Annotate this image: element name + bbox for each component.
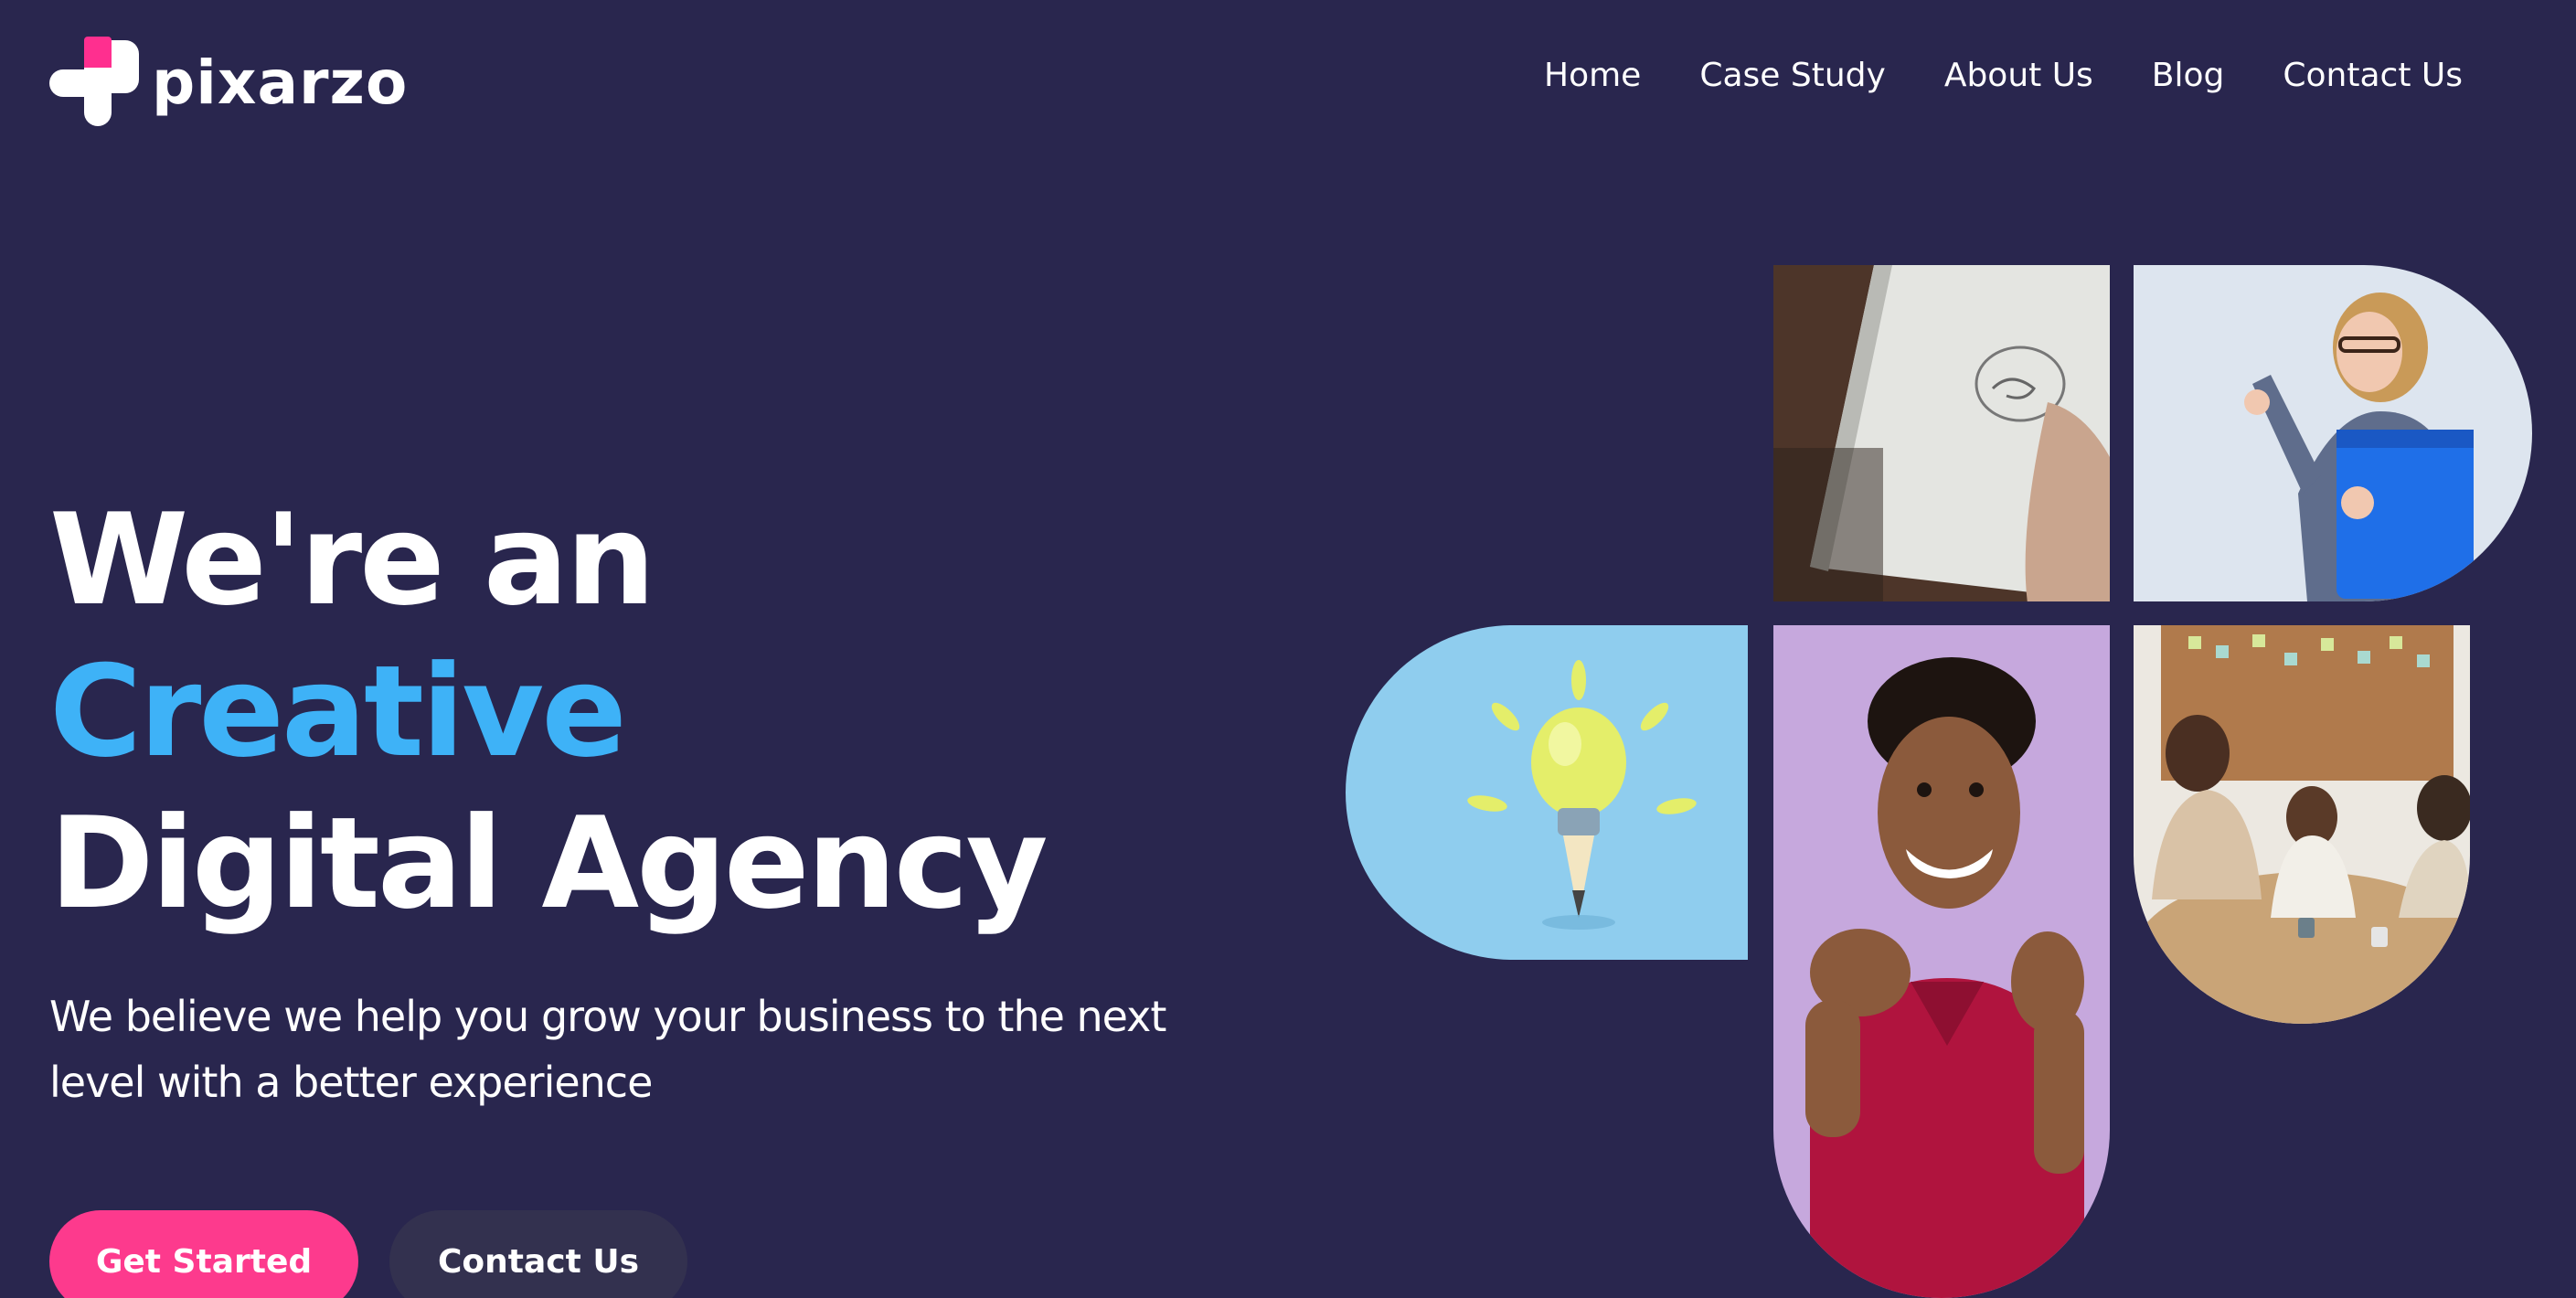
- nav-contact-us[interactable]: Contact Us: [2283, 57, 2463, 94]
- contact-us-button[interactable]: Contact Us: [389, 1210, 687, 1298]
- nav-blog[interactable]: Blog: [2152, 57, 2225, 94]
- headline-part1: We're an: [49, 486, 655, 633]
- get-started-button[interactable]: Get Started: [49, 1210, 358, 1298]
- hero-section: We're an Creative Digital Agency We beli…: [49, 484, 1238, 1298]
- main-nav: Home Case Study About Us Blog Contact Us: [1544, 57, 2463, 94]
- sketch-drawing-image: [1773, 265, 2110, 601]
- team-meeting-image: [2134, 625, 2470, 1024]
- brand-name: pixarzo: [152, 47, 409, 118]
- nav-case-study[interactable]: Case Study: [1699, 57, 1885, 94]
- nav-about-us[interactable]: About Us: [1944, 57, 2093, 94]
- hero-subtext: We believe we help you grow your busines…: [49, 992, 1166, 1107]
- man-pointing-image: [1773, 625, 2110, 1298]
- headline-accent: Creative: [49, 638, 627, 785]
- headline-part2: Digital Agency: [49, 790, 1048, 937]
- woman-pointing-image: [2134, 265, 2532, 601]
- nav-home[interactable]: Home: [1544, 57, 1641, 94]
- hero-headline: We're an Creative Digital Agency: [49, 484, 1238, 940]
- brand-logo[interactable]: pixarzo: [49, 37, 408, 128]
- hero-buttons: Get Started Contact Us: [49, 1210, 1238, 1298]
- lightbulb-image: [1346, 625, 1748, 960]
- logo-mark-icon: [49, 37, 144, 128]
